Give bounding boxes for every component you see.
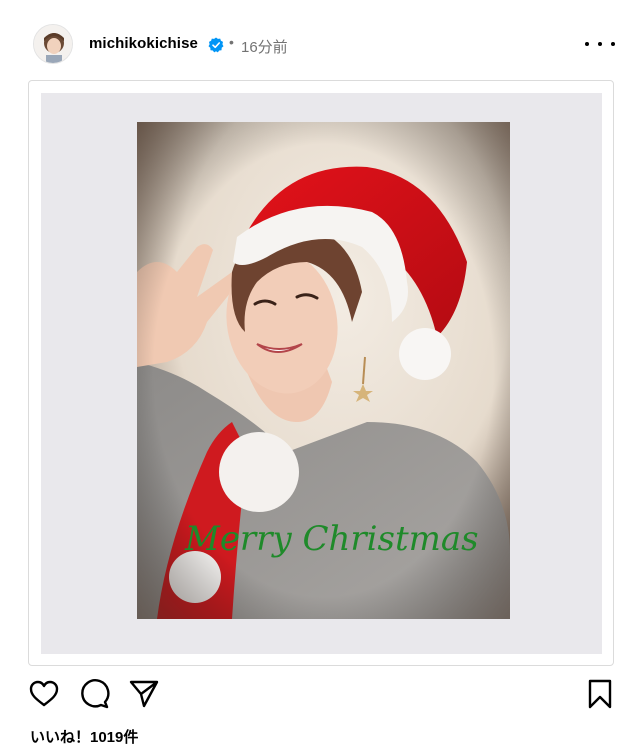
more-options-button[interactable] [585,32,615,56]
heart-icon[interactable] [28,678,60,710]
more-options-icon [585,42,589,46]
post-photo[interactable]: Merry Christmas [137,122,510,619]
username-link[interactable]: michikokichise [89,35,198,52]
more-options-icon [598,42,602,46]
comment-icon[interactable] [78,678,110,710]
send-icon[interactable] [128,678,160,710]
avatar-image [34,25,72,63]
post-timestamp[interactable]: 16分前 [241,36,288,57]
more-options-icon [611,42,615,46]
avatar[interactable] [33,24,73,64]
bookmark-icon[interactable] [584,678,616,710]
christmas-portrait-image: Merry Christmas [137,122,510,619]
merry-christmas-text: Merry Christmas [184,519,479,559]
separator-dot: • [229,34,234,50]
likes-count[interactable]: いいね！1019件 [30,726,138,747]
post-header: michikokichise • 16分前 [0,0,644,80]
post-actions-bar [0,678,644,718]
verified-badge-icon [208,37,224,53]
